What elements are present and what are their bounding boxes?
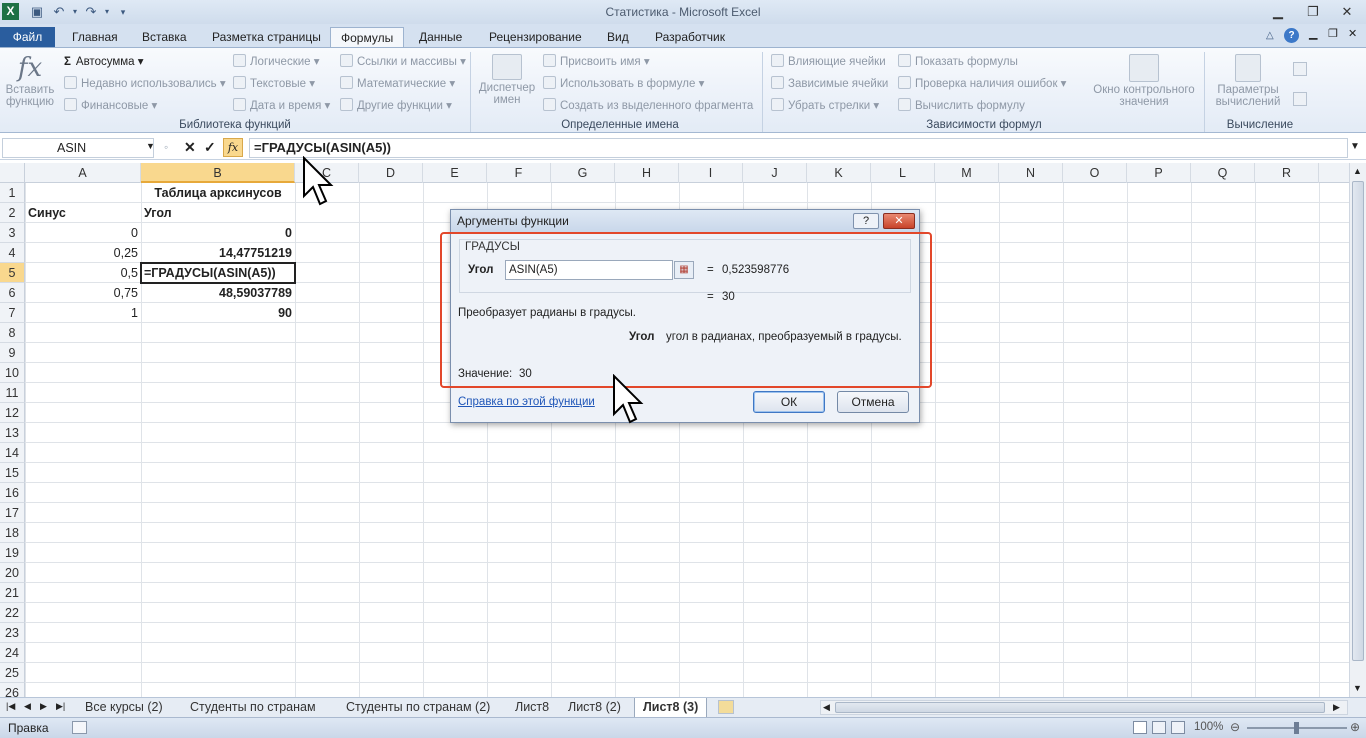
grid-line	[25, 562, 1349, 563]
row-header[interactable]: 3	[0, 223, 25, 243]
last-sheet-icon[interactable]: ▶|	[56, 701, 65, 712]
sheet-tab[interactable]: Лист8	[507, 698, 557, 717]
row-header[interactable]: 8	[0, 323, 25, 343]
grid-line	[25, 602, 1349, 603]
scroll-down-icon[interactable]: ▼	[1353, 683, 1362, 693]
row-header[interactable]: 24	[0, 643, 25, 663]
horizontal-scrollbar[interactable]: ◀ ▶	[820, 700, 1348, 715]
grid-line	[25, 622, 1349, 623]
normal-view-icon[interactable]	[1133, 721, 1147, 734]
grid-line	[25, 442, 1349, 443]
zoom-level[interactable]: 100%	[1194, 721, 1223, 733]
row-header[interactable]: 20	[0, 563, 25, 583]
row-header[interactable]: 19	[0, 543, 25, 563]
cell-a3[interactable]: 0	[25, 223, 138, 243]
next-sheet-icon[interactable]: ▶	[40, 701, 47, 712]
cell-a5[interactable]: 0,5	[25, 263, 138, 283]
page-layout-view-icon[interactable]	[1152, 721, 1166, 734]
zoom-slider-thumb[interactable]	[1294, 722, 1299, 734]
row-header[interactable]: 5	[0, 263, 25, 283]
hscroll-right-icon[interactable]: ▶	[1333, 702, 1340, 713]
dialog-close-button[interactable]: ✕	[883, 213, 915, 229]
grid-line	[25, 582, 1349, 583]
page-break-view-icon[interactable]	[1171, 721, 1185, 734]
scroll-up-icon[interactable]: ▲	[1353, 166, 1362, 176]
grid-line	[25, 542, 1349, 543]
zoom-in-icon[interactable]: ⊕	[1350, 720, 1360, 734]
sheet-tab[interactable]: Студенты по странам (2)	[338, 698, 498, 717]
status-mode: Правка	[8, 721, 49, 735]
grid-line	[25, 662, 1349, 663]
zoom-slider[interactable]	[1247, 722, 1347, 734]
help-link[interactable]: Справка по этой функции	[458, 396, 595, 408]
row-header[interactable]: 23	[0, 623, 25, 643]
row-header[interactable]: 25	[0, 663, 25, 683]
row-header[interactable]: 12	[0, 403, 25, 423]
sheet-tab[interactable]: Все курсы (2)	[77, 698, 171, 717]
ok-button[interactable]: ОК	[753, 391, 825, 413]
cell-b3[interactable]: 0	[141, 223, 292, 243]
row-header[interactable]: 14	[0, 443, 25, 463]
expand-formula-icon[interactable]: ▼	[1350, 141, 1360, 152]
cell-b4[interactable]: 14,47751219	[141, 243, 292, 263]
hscroll-left-icon[interactable]: ◀	[823, 702, 830, 713]
row-header[interactable]: 4	[0, 243, 25, 263]
grid-line	[25, 502, 1349, 503]
cell-a6[interactable]: 0,75	[25, 283, 138, 303]
zoom-out-icon[interactable]: ⊖	[1230, 720, 1240, 734]
row-header[interactable]: 7	[0, 303, 25, 323]
cell-b1-title[interactable]: Таблица арксинусов	[141, 183, 295, 203]
row-header[interactable]: 13	[0, 423, 25, 443]
row-header[interactable]: 21	[0, 583, 25, 603]
row-header[interactable]: 10	[0, 363, 25, 383]
sheet-tab-active[interactable]: Лист8 (3)	[634, 698, 708, 717]
row-header[interactable]: 16	[0, 483, 25, 503]
first-sheet-icon[interactable]: |◀	[6, 701, 15, 712]
prev-sheet-icon[interactable]: ◀	[24, 701, 31, 712]
doc-close-icon[interactable]: ✕	[1348, 27, 1357, 40]
grid-line	[25, 642, 1349, 643]
macro-record-icon[interactable]	[72, 721, 87, 734]
sheet-tab-bar: |◀ ◀ ▶ ▶| Все курсы (2) Студенты по стра…	[0, 697, 1366, 717]
cell-b7[interactable]: 90	[141, 303, 292, 323]
cancel-button[interactable]: Отмена	[837, 391, 909, 413]
cell-b6[interactable]: 48,59037789	[141, 283, 292, 303]
grid-line	[25, 522, 1349, 523]
highlight-outline	[440, 232, 932, 388]
scroll-thumb[interactable]	[1352, 181, 1364, 661]
row-header[interactable]: 22	[0, 603, 25, 623]
grid-line	[25, 462, 1349, 463]
sheet-tab[interactable]: Студенты по странам	[182, 698, 324, 717]
row-header[interactable]: 1	[0, 183, 25, 203]
grid-line	[25, 482, 1349, 483]
row-header[interactable]: 15	[0, 463, 25, 483]
row-header[interactable]: 11	[0, 383, 25, 403]
hscroll-thumb[interactable]	[835, 702, 1325, 713]
row-header[interactable]: 6	[0, 283, 25, 303]
grid-line	[25, 682, 1349, 683]
cell-b2-header[interactable]: Угол	[144, 203, 172, 223]
sheet-tab[interactable]: Лист8 (2)	[560, 698, 629, 717]
vertical-scrollbar[interactable]: ▲ ▼	[1349, 163, 1366, 697]
cell-a4[interactable]: 0,25	[25, 243, 138, 263]
insert-sheet-icon[interactable]	[718, 700, 734, 714]
cell-a2-header[interactable]: Синус	[28, 203, 66, 223]
status-bar: Правка 100% ⊖ ⊕	[0, 717, 1366, 738]
dialog-help-button[interactable]: ?	[853, 213, 879, 229]
excel-window: X ▣ ↶ ▾ ↷ ▾ ▾ Статистика - Microsoft Exc…	[0, 0, 1366, 738]
row-header[interactable]: 2	[0, 203, 25, 223]
row-header[interactable]: 17	[0, 503, 25, 523]
cell-b5-active[interactable]: =ГРАДУСЫ(ASIN(A5))	[140, 262, 296, 284]
dialog-title[interactable]: Аргументы функции	[451, 210, 919, 232]
cell-a7[interactable]: 1	[25, 303, 138, 323]
row-header[interactable]: 18	[0, 523, 25, 543]
row-header[interactable]: 9	[0, 343, 25, 363]
